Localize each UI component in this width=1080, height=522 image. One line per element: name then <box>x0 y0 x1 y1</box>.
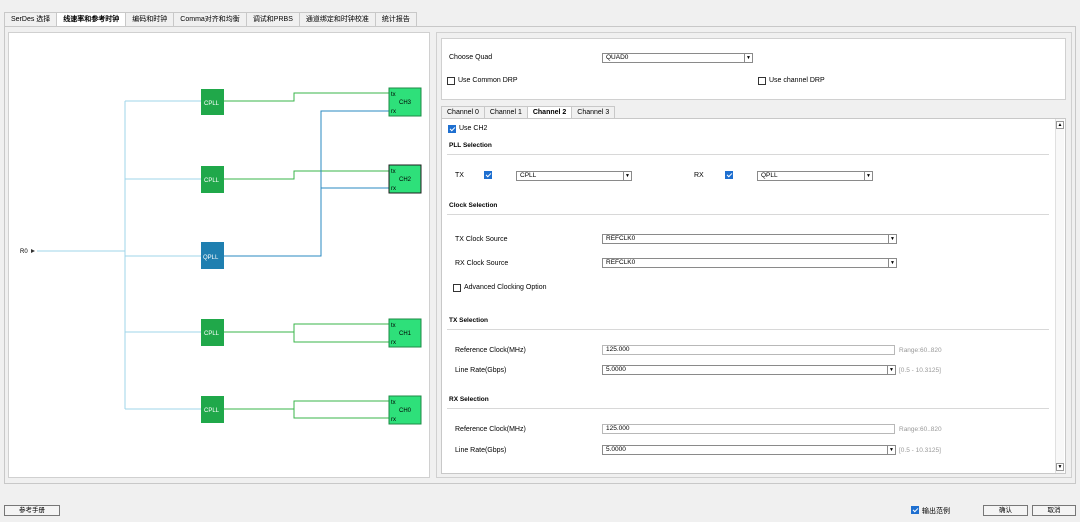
divider <box>447 154 1049 155</box>
quad-select[interactable]: QUAD0 ▼ <box>602 53 753 63</box>
output-example-label: 输出范例 <box>922 508 950 515</box>
svg-text:rx: rx <box>391 186 396 192</box>
tx-ref-clock-range: Range:60..820 <box>899 347 942 354</box>
svg-text:CPLL: CPLL <box>204 408 220 414</box>
clock-selection-heading: Clock Selection <box>449 202 498 209</box>
scroll-up-icon[interactable]: ▲ <box>1056 121 1064 129</box>
svg-text:CPLL: CPLL <box>204 178 220 184</box>
tab-encoding-clock[interactable]: 编码和时钟 <box>125 12 175 26</box>
advanced-clocking-label: Advanced Clocking Option <box>464 284 547 291</box>
tx-label: TX <box>455 172 464 179</box>
pll-block-ch3[interactable]: CPLL <box>201 89 224 115</box>
svg-text:CPLL: CPLL <box>204 101 220 107</box>
svg-text:tx: tx <box>391 92 396 98</box>
rx-selection-heading: RX Selection <box>449 396 489 403</box>
svg-text:tx: tx <box>391 323 396 329</box>
channel-block-ch3[interactable]: tx CH3 rx <box>388 87 422 117</box>
chevron-down-icon: ▼ <box>744 54 752 62</box>
advanced-clocking-checkbox[interactable] <box>453 284 461 292</box>
channel-block-ch2[interactable]: tx CH2 rx <box>388 164 422 194</box>
divider <box>447 329 1049 330</box>
rx-clock-source-label: RX Clock Source <box>455 260 509 267</box>
pll-block-ch2[interactable]: CPLL <box>201 166 224 193</box>
svg-text:CPLL: CPLL <box>204 331 220 337</box>
svg-text:CH1: CH1 <box>399 331 412 337</box>
chevron-down-icon: ▼ <box>888 259 896 267</box>
tx-clock-source-label: TX Clock Source <box>455 236 508 243</box>
tx-ref-clock-input[interactable]: 125.000 <box>602 345 895 355</box>
use-channel-drp-checkbox[interactable] <box>758 77 766 85</box>
ref-label: R0 <box>20 249 28 255</box>
rx-ref-clock-range: Range:60..820 <box>899 426 942 433</box>
use-common-drp-label: Use Common DRP <box>458 77 518 84</box>
main-tabbar: SerDes 选择 线速率和参考时钟 编码和时钟 Comma对齐和均衡 调试和P… <box>4 12 417 27</box>
tx-ref-clock-label: Reference Clock(MHz) <box>455 347 526 354</box>
svg-text:CH3: CH3 <box>399 100 412 106</box>
tab-statistics-report[interactable]: 统计报告 <box>374 12 417 26</box>
manual-button[interactable]: 参考手册 <box>4 505 60 516</box>
use-ch-label: Use CH2 <box>459 125 488 132</box>
tab-comma-align[interactable]: Comma对齐和均衡 <box>173 12 247 26</box>
tab-debug-prbs[interactable]: 调试和PRBS <box>245 12 300 26</box>
chevron-down-icon: ▼ <box>888 235 896 243</box>
pll-selection-heading: PLL Selection <box>449 142 492 149</box>
chevron-down-icon: ▼ <box>864 172 872 180</box>
svg-text:CH0: CH0 <box>399 408 412 414</box>
tab-channel-bonding[interactable]: 通道绑定和时钟校准 <box>298 12 376 26</box>
svg-text:rx: rx <box>391 340 396 346</box>
vertical-scrollbar[interactable]: ▲ ▼ <box>1055 119 1064 473</box>
use-ch-checkbox[interactable] <box>448 125 456 133</box>
choose-quad-label: Choose Quad <box>449 54 493 61</box>
channel-block-ch1[interactable]: tx CH1 rx <box>388 318 422 348</box>
quad-settings-box <box>441 38 1066 100</box>
tx-line-rate-select[interactable]: 5.0000 ▼ <box>602 365 896 375</box>
rx-label: RX <box>694 172 704 179</box>
divider <box>447 408 1049 409</box>
use-channel-drp-label: Use channel DRP <box>769 77 825 84</box>
tab-line-rate-refclk[interactable]: 线速率和参考时钟 <box>56 12 127 27</box>
rx-line-rate-range: [0.5 - 10.3125] <box>899 447 941 454</box>
chevron-down-icon: ▼ <box>887 446 895 454</box>
pll-block-ch0[interactable]: CPLL <box>201 396 224 423</box>
rx-clock-source-select[interactable]: REFCLK0 ▼ <box>602 258 897 268</box>
rx-line-rate-label: Line Rate(Gbps) <box>455 447 507 454</box>
diagram-svg: R0 CPLL CPLL QPLL CPLL CPLL tx CH3 rx tx… <box>20 87 422 425</box>
tx-pll-select[interactable]: CPLL ▼ <box>516 171 632 181</box>
divider <box>447 214 1049 215</box>
tx-line-rate-label: Line Rate(Gbps) <box>455 367 507 374</box>
cancel-button[interactable]: 取消 <box>1032 505 1076 516</box>
pll-block-qpll[interactable]: QPLL <box>201 242 224 269</box>
svg-text:tx: tx <box>391 169 396 175</box>
tx-selection-heading: TX Selection <box>449 317 489 324</box>
svg-text:QPLL: QPLL <box>203 255 219 261</box>
rx-ref-clock-input[interactable]: 125.000 <box>602 424 895 434</box>
ok-button[interactable]: 确认 <box>983 505 1028 516</box>
tx-line-rate-range: [0.5 - 10.3125] <box>899 367 941 374</box>
output-example-checkbox[interactable] <box>911 506 919 514</box>
rx-pll-checkbox[interactable] <box>725 171 733 179</box>
tab-serdes-select[interactable]: SerDes 选择 <box>4 12 58 26</box>
tx-pll-checkbox[interactable] <box>484 171 492 179</box>
use-common-drp-checkbox[interactable] <box>447 77 455 85</box>
svg-text:CH2: CH2 <box>399 177 412 183</box>
rx-line-rate-select[interactable]: 5.0000 ▼ <box>602 445 896 455</box>
svg-text:rx: rx <box>391 109 396 115</box>
rx-pll-select[interactable]: QPLL ▼ <box>757 171 873 181</box>
chevron-down-icon: ▼ <box>623 172 631 180</box>
pll-block-ch1[interactable]: CPLL <box>201 319 224 346</box>
svg-text:rx: rx <box>391 417 396 423</box>
svg-text:tx: tx <box>391 400 396 406</box>
scroll-down-icon[interactable]: ▼ <box>1056 463 1064 471</box>
rx-ref-clock-label: Reference Clock(MHz) <box>455 426 526 433</box>
channel-block-ch0[interactable]: tx CH0 rx <box>388 395 422 425</box>
tx-clock-source-select[interactable]: REFCLK0 ▼ <box>602 234 897 244</box>
clock-topology-diagram: R0 CPLL CPLL QPLL CPLL CPLL tx CH3 rx tx… <box>8 32 430 478</box>
ref-arrow-icon <box>31 249 35 253</box>
chevron-down-icon: ▼ <box>887 366 895 374</box>
